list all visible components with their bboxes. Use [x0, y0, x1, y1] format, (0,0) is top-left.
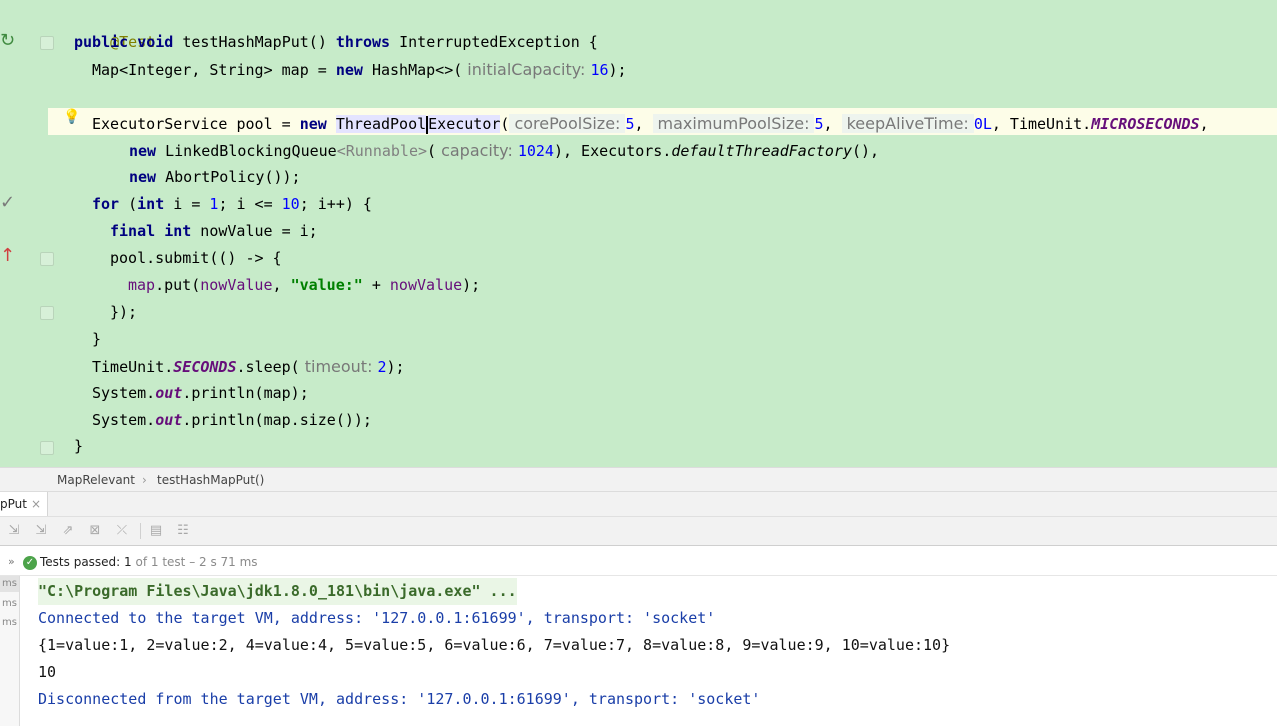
export-icon[interactable]: ⊠ — [87, 523, 103, 539]
param-hint: initialCapacity: — [467, 60, 586, 79]
code-line-pool-decl: ExecutorService pool = new ThreadPool Exe… — [92, 114, 1209, 134]
code-line-print-size: System.out.println(map.size()); — [92, 411, 372, 429]
sort-alpha-icon[interactable]: ⇲ — [6, 523, 22, 539]
code-line-annotation: @Test — [110, 33, 156, 51]
code-line-print-map: System.out.println(map); — [92, 384, 309, 402]
code-line-for: for (int i = 1; i <= 10; i++) { — [92, 195, 372, 213]
test-passed-icon: ✓ — [23, 556, 37, 570]
duration-label: ms — [2, 598, 17, 609]
test-runner-toolbar: ⇲ ⇲ ⇗ ⊠ ⤫ ▤ ☷ — [0, 516, 1277, 546]
collapse-icon[interactable]: ⤫ — [114, 523, 130, 539]
run-tab-label: pPut — [0, 497, 27, 511]
check-icon: ✓ — [0, 192, 16, 213]
code-editor[interactable]: ↻ ✓ ↑ 💡 @Test public void testHashMapPut… — [0, 0, 1277, 467]
breadcrumb-class[interactable]: MapRelevant — [57, 473, 135, 487]
code-line-close-lambda: }); — [110, 303, 138, 321]
fold-method-icon[interactable] — [40, 36, 54, 50]
duration-label: ms — [2, 617, 17, 628]
expand-chevron-icon[interactable]: » — [8, 555, 15, 568]
param-hint: keepAliveTime: — [841, 114, 974, 133]
test-tree-pane[interactable]: ms ms ms — [0, 576, 20, 726]
code-line-close-method: } — [74, 437, 84, 455]
code-line-put: map.put(nowValue, "value:" + nowValue); — [128, 276, 481, 294]
console-line-connected: Connected to the target VM, address: '12… — [38, 609, 716, 627]
expand-icon[interactable]: ▤ — [148, 523, 164, 539]
breadcrumb-method[interactable]: testHashMapPut() — [157, 473, 264, 487]
code-line-final: final int nowValue = i; — [110, 222, 318, 240]
editor-gutter: ↻ ✓ ↑ — [0, 0, 54, 467]
fold-lambda-icon[interactable] — [40, 252, 54, 266]
console-line-command[interactable]: "C:\Program Files\Java\jdk1.8.0_181\bin\… — [38, 578, 517, 605]
code-line-policy: new AbortPolicy()); — [129, 168, 301, 186]
breadcrumb: MapRelevant › testHashMapPut() — [0, 467, 1277, 492]
param-hint: corePoolSize: — [509, 114, 626, 133]
code-line-sleep: TimeUnit.SECONDS.sleep(timeout: 2); — [92, 357, 405, 376]
fold-method-end-icon[interactable] — [40, 441, 54, 455]
breadcrumb-separator: › — [142, 473, 147, 487]
code-line-method-signature: public void testHashMapPut() throws Inte… — [74, 33, 598, 51]
code-line-map-decl: Map<Integer, String> map = new HashMap<>… — [92, 60, 627, 79]
import-icon[interactable]: ⇗ — [60, 523, 76, 539]
duration-label: ms — [2, 578, 17, 589]
test-status-bar: » ✓ Tests passed: 1 of 1 test – 2 s 71 m… — [0, 550, 1277, 576]
param-hint: timeout: — [304, 357, 373, 376]
code-line-submit: pool.submit(() -> { — [110, 249, 282, 267]
param-hint: capacity: — [441, 141, 513, 160]
code-line-close-for: } — [92, 330, 102, 348]
fold-lambda-end-icon[interactable] — [40, 306, 54, 320]
lightbulb-icon[interactable]: 💡 — [63, 109, 80, 125]
console-line-size-output: 10 — [38, 663, 57, 681]
test-status-text: Tests passed: 1 of 1 test – 2 s 71 ms — [40, 555, 258, 569]
run-tab-bar: pPut × — [0, 492, 1277, 516]
console-line-disconnected: Disconnected from the target VM, address… — [38, 690, 761, 708]
run-tab[interactable]: pPut × — [0, 492, 49, 516]
arrow-up-icon: ↑ — [0, 245, 16, 266]
run-test-icon[interactable]: ↻ — [0, 30, 15, 51]
toolbar-divider — [140, 523, 141, 539]
console-line-map-output: {1=value:1, 2=value:2, 4=value:4, 5=valu… — [38, 636, 951, 654]
sort-duration-icon[interactable]: ⇲ — [33, 523, 49, 539]
code-line-queue: new LinkedBlockingQueue<Runnable>(capaci… — [129, 141, 880, 160]
close-tab-icon[interactable]: × — [31, 497, 41, 511]
settings-icon[interactable]: ☷ — [175, 523, 191, 539]
param-hint: maximumPoolSize: — [652, 114, 815, 133]
